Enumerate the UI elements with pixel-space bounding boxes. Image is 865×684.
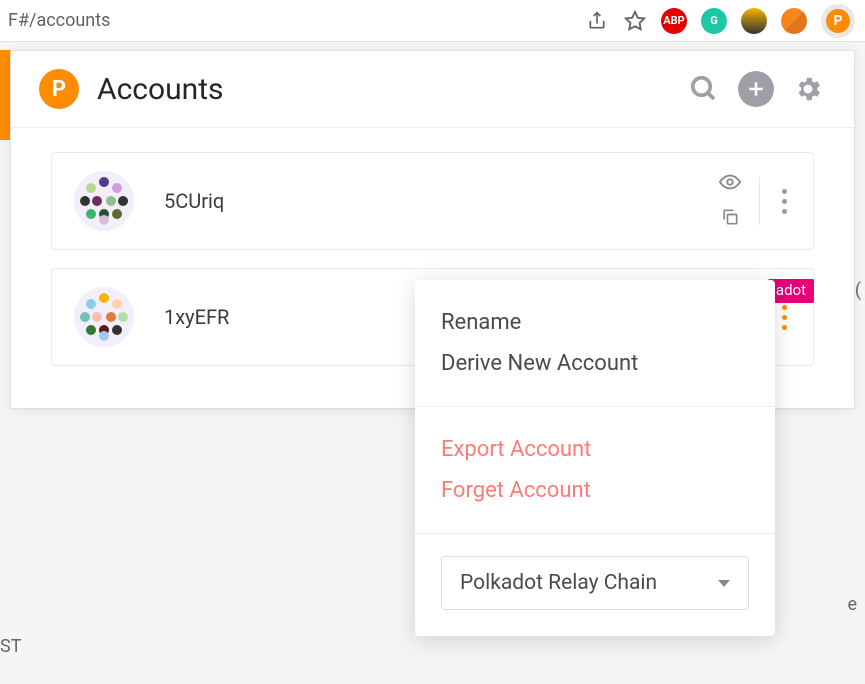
page-title: Accounts xyxy=(97,72,686,107)
bookmark-star-icon[interactable] xyxy=(623,9,647,33)
account-card[interactable]: 5CUriq xyxy=(51,152,814,250)
visibility-icon[interactable] xyxy=(719,171,741,197)
menu-export[interactable]: Export Account xyxy=(441,429,749,470)
menu-derive[interactable]: Derive New Account xyxy=(441,343,749,384)
extension-grammarly-icon[interactable]: G xyxy=(701,8,727,34)
popup-header: P Accounts xyxy=(11,51,854,128)
copy-icon[interactable] xyxy=(720,207,740,231)
chevron-down-icon xyxy=(718,580,730,587)
extension-bee-icon[interactable] xyxy=(741,8,767,34)
url-fragment[interactable]: F#/accounts xyxy=(8,10,585,31)
settings-button[interactable] xyxy=(790,71,826,107)
add-account-button[interactable] xyxy=(738,71,774,107)
chain-select[interactable]: Polkadot Relay Chain xyxy=(441,556,749,610)
menu-divider xyxy=(415,533,775,534)
bg-text-fragment: e xyxy=(847,594,857,615)
extension-metamask-icon[interactable] xyxy=(781,8,807,34)
account-more-button[interactable] xyxy=(778,301,791,334)
menu-forget[interactable]: Forget Account xyxy=(441,470,749,511)
search-button[interactable] xyxy=(686,71,722,107)
extension-polkadot-icon[interactable]: P xyxy=(821,4,855,38)
chain-select-label: Polkadot Relay Chain xyxy=(460,571,657,595)
account-name: 5CUriq xyxy=(164,189,224,213)
browser-toolbar: F#/accounts ABP G P xyxy=(0,0,865,42)
extension-adblock-icon[interactable]: ABP xyxy=(661,8,687,34)
share-icon[interactable] xyxy=(585,9,609,33)
identicon xyxy=(74,287,134,347)
menu-rename[interactable]: Rename xyxy=(441,302,749,343)
bg-text-fragment: ST xyxy=(0,636,21,657)
identicon xyxy=(74,171,134,231)
account-name: 1xyEFR xyxy=(164,305,229,329)
account-context-menu: Rename Derive New Account Export Account… xyxy=(415,280,775,636)
polkadot-logo-icon: P xyxy=(39,69,79,109)
account-more-button[interactable] xyxy=(778,185,791,218)
